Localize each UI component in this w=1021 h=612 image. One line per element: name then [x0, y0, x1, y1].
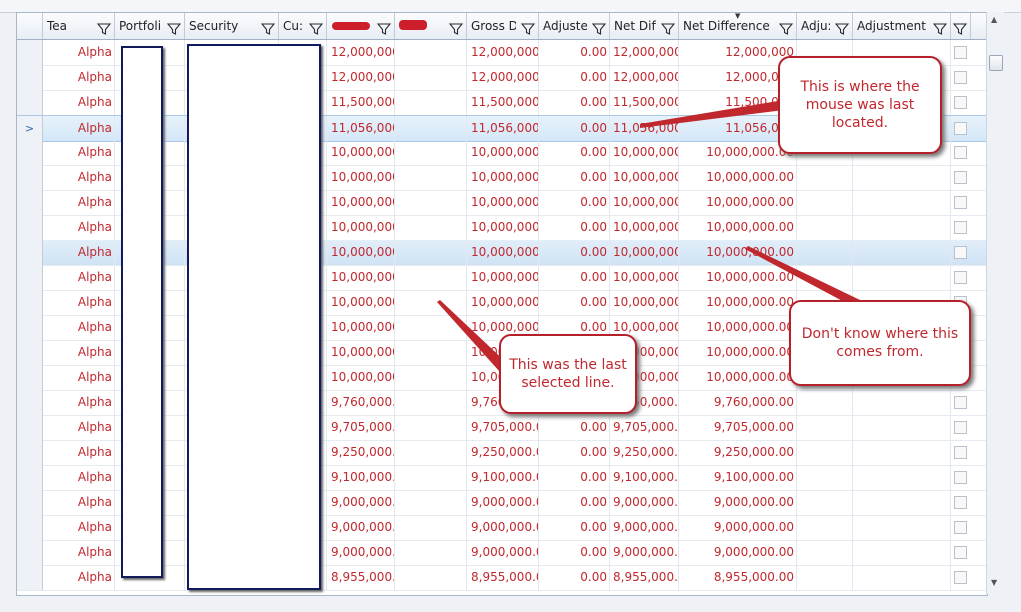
callout-mouse-location: This is where the mouse was last located…: [778, 56, 942, 154]
callout-unknown-origin: Don't know where this comes from.: [789, 300, 971, 386]
app-window: Tea Portfoli Security Cu: Gross D Adjuste Net …: [0, 0, 1021, 612]
callout-mouse-arrow: [640, 100, 784, 128]
callout-last-selected: This was the last selected line.: [499, 334, 637, 414]
callout-unknown-arrow: [745, 246, 860, 305]
